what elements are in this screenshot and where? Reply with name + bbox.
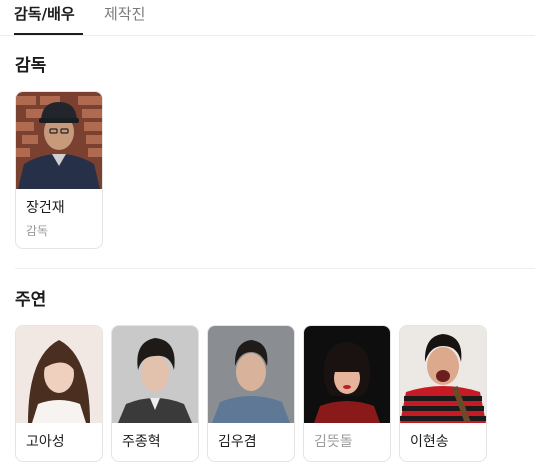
person-role: 감독 — [26, 224, 49, 238]
person-photo — [16, 92, 102, 189]
person-name: 장건재 — [26, 200, 65, 216]
person-photo — [112, 326, 198, 423]
person-photo — [16, 326, 102, 423]
tab-director-actor[interactable]: 감독/배우 — [14, 4, 75, 24]
person-name: 김우겸 — [218, 434, 257, 450]
person-card-director[interactable]: 장건재 감독 — [15, 91, 103, 249]
tab-production-staff[interactable]: 제작진 — [104, 4, 145, 24]
person-photo — [208, 326, 294, 423]
person-name: 주종혁 — [122, 434, 161, 450]
active-tab-indicator — [14, 33, 83, 35]
person-name: 이현송 — [410, 434, 449, 450]
person-card-cast[interactable]: 김뜻돌 — [303, 325, 391, 462]
section-divider — [15, 268, 535, 269]
person-name: 고아성 — [26, 434, 65, 450]
person-card-cast[interactable]: 주종혁 — [111, 325, 199, 462]
person-card-cast[interactable]: 이현송 — [399, 325, 487, 462]
person-photo — [304, 326, 390, 423]
section-title-director: 감독 — [15, 56, 47, 76]
person-photo — [400, 326, 486, 423]
person-card-cast[interactable]: 고아성 — [15, 325, 103, 462]
person-card-cast[interactable]: 김우겸 — [207, 325, 295, 462]
section-title-cast: 주연 — [15, 290, 47, 310]
person-name: 김뜻돌 — [314, 434, 353, 450]
credits-tabs: 감독/배우 제작진 — [0, 0, 535, 36]
